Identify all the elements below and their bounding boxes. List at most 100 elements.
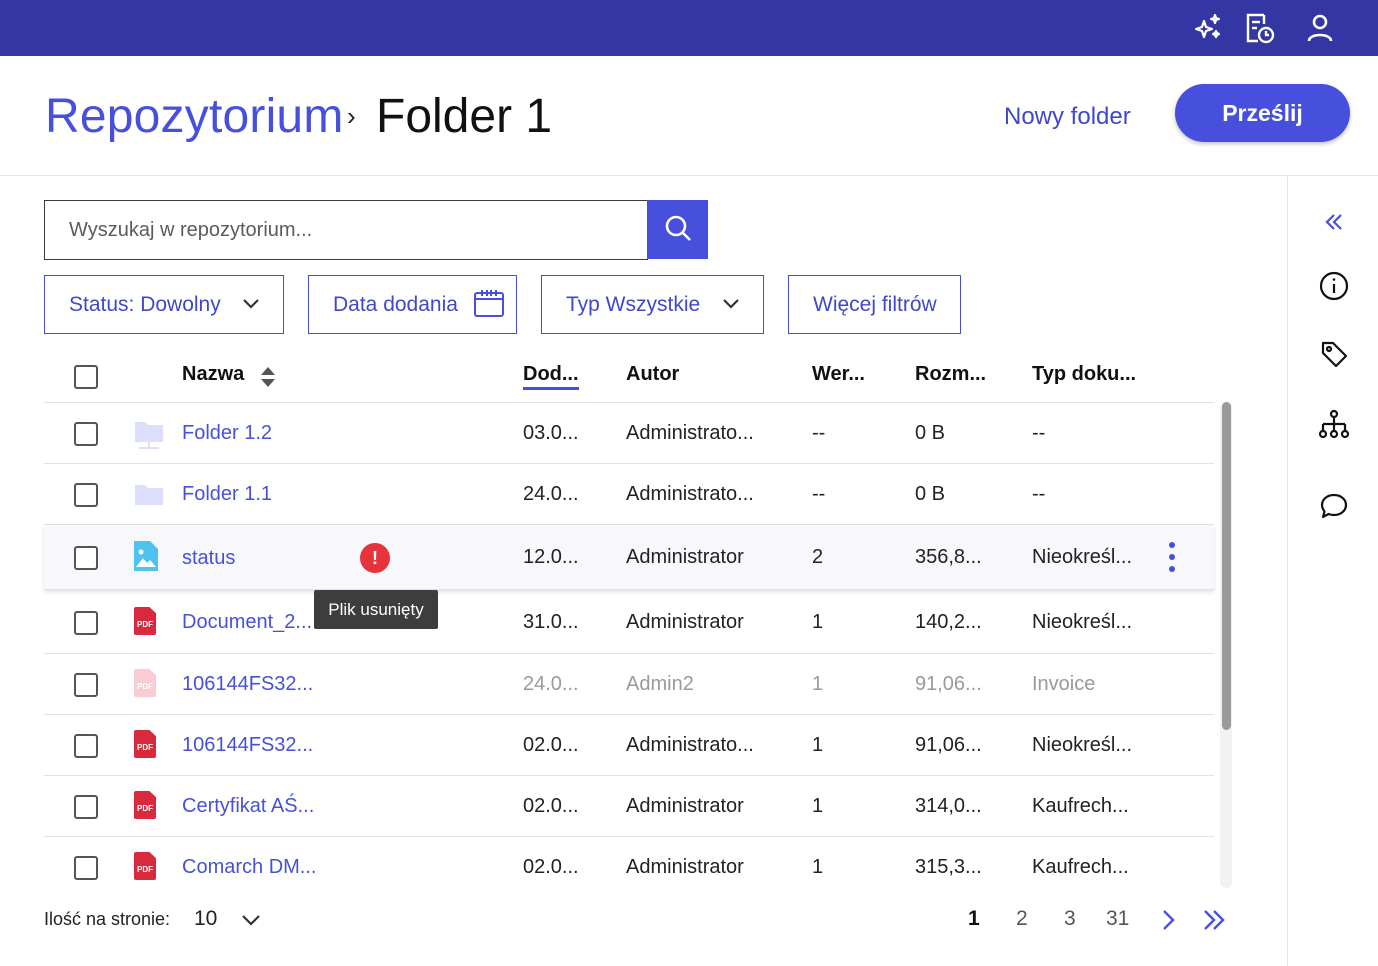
table-row[interactable]: PDF 106144FS32... 02.0... Administrato..… bbox=[44, 715, 1214, 776]
pdf-file-icon: PDF bbox=[134, 607, 158, 637]
row-name[interactable]: Folder 1.2 bbox=[182, 422, 272, 445]
comment-icon[interactable] bbox=[1316, 488, 1352, 524]
table-row[interactable]: PDF Comarch DM... 02.0... Administrator … bbox=[44, 837, 1214, 898]
next-page-icon[interactable] bbox=[1158, 908, 1178, 937]
row-author: Administrator bbox=[626, 856, 744, 878]
row-author: Administrato... bbox=[626, 422, 754, 444]
type-filter[interactable]: Typ Wszystkie bbox=[541, 275, 764, 334]
pdf-badge: PDF bbox=[134, 607, 156, 635]
side-panel bbox=[1287, 176, 1378, 966]
folder-icon bbox=[134, 479, 163, 509]
search-button[interactable] bbox=[647, 200, 708, 259]
row-version: 1 bbox=[812, 611, 824, 633]
row-size: 0 B bbox=[915, 422, 946, 444]
deleted-warning-icon[interactable]: ! bbox=[360, 543, 390, 573]
row-name[interactable]: Certyfikat AŚ... bbox=[182, 795, 314, 818]
tag-icon[interactable] bbox=[1316, 336, 1352, 372]
row-date: 03.0... bbox=[523, 422, 579, 444]
row-version: -- bbox=[812, 483, 826, 505]
row-author: Administrato... bbox=[626, 483, 754, 505]
row-more-icon[interactable] bbox=[1160, 540, 1184, 574]
row-date: 02.0... bbox=[523, 734, 579, 756]
per-page-select[interactable]: 10 bbox=[194, 907, 217, 931]
page-1[interactable]: 1 bbox=[968, 907, 980, 931]
page-2[interactable]: 2 bbox=[1016, 907, 1028, 931]
row-doc-type: Kaufrech... bbox=[1032, 795, 1129, 817]
row-author: Administrator bbox=[626, 546, 744, 568]
column-header-size[interactable]: Rozm... bbox=[915, 363, 986, 386]
more-filters-label: Więcej filtrów bbox=[813, 292, 937, 316]
chevron-down-icon[interactable] bbox=[240, 909, 262, 936]
table-row[interactable]: PDF Certyfikat AŚ... 02.0... Administrat… bbox=[44, 776, 1214, 837]
row-name[interactable]: 106144FS32... bbox=[182, 734, 313, 757]
info-icon[interactable] bbox=[1316, 268, 1352, 304]
pdf-file-icon: PDF bbox=[134, 669, 158, 699]
row-checkbox[interactable] bbox=[74, 673, 98, 697]
row-name[interactable]: Folder 1.1 bbox=[182, 483, 272, 506]
row-version: 1 bbox=[812, 856, 824, 878]
more-filters-button[interactable]: Więcej filtrów bbox=[788, 275, 961, 334]
new-folder-button[interactable]: Nowy folder bbox=[992, 100, 1143, 134]
row-author: Administrator bbox=[626, 795, 744, 817]
breadcrumb-separator: › bbox=[347, 101, 356, 131]
date-added-filter[interactable]: Data dodania bbox=[308, 275, 517, 334]
table-row[interactable]: Folder 1.1 24.0... Administrato... -- 0 … bbox=[44, 464, 1214, 525]
row-date: 02.0... bbox=[523, 795, 579, 817]
pdf-file-icon: PDF bbox=[134, 852, 158, 882]
row-checkbox[interactable] bbox=[74, 856, 98, 880]
row-checkbox[interactable] bbox=[74, 546, 98, 570]
upload-button[interactable]: Prześlij bbox=[1175, 84, 1350, 142]
row-doc-type: -- bbox=[1032, 483, 1046, 505]
status-filter-label: Status: Dowolny bbox=[69, 292, 221, 316]
row-size: 314,0... bbox=[915, 795, 982, 817]
table-row[interactable]: PDF 106144FS32... 24.0... Admin2 1 91,06… bbox=[44, 654, 1214, 715]
select-all-checkbox[interactable] bbox=[74, 365, 98, 389]
row-checkbox[interactable] bbox=[74, 611, 98, 635]
column-header-name[interactable]: Nazwa bbox=[182, 363, 244, 386]
row-doc-type: Kaufrech... bbox=[1032, 856, 1129, 878]
calendar-icon bbox=[473, 288, 505, 324]
user-icon[interactable] bbox=[1302, 10, 1338, 46]
column-header-date[interactable]: Dod... bbox=[523, 363, 579, 390]
row-checkbox[interactable] bbox=[74, 422, 98, 446]
table-row[interactable]: PDF Document_2... 31.0... Administrator … bbox=[44, 590, 1214, 654]
column-header-version[interactable]: Wer... bbox=[812, 363, 865, 386]
row-date: 12.0... bbox=[523, 546, 579, 568]
collapse-double-chevron-icon[interactable] bbox=[1316, 204, 1352, 240]
per-page-label: Ilość na stronie: bbox=[44, 909, 171, 929]
row-version: 1 bbox=[812, 795, 824, 817]
page-3[interactable]: 3 bbox=[1064, 907, 1076, 931]
row-checkbox[interactable] bbox=[74, 795, 98, 819]
sort-icon[interactable] bbox=[260, 366, 276, 393]
hierarchy-icon[interactable] bbox=[1316, 406, 1352, 442]
page-last[interactable]: 31 bbox=[1106, 907, 1129, 931]
table-row[interactable]: Folder 1.2 03.0... Administrato... -- 0 … bbox=[44, 403, 1214, 464]
table-scrollbar-thumb[interactable] bbox=[1222, 402, 1231, 730]
chevron-down-icon bbox=[721, 293, 741, 319]
column-header-author[interactable]: Autor bbox=[626, 363, 679, 386]
row-date: 24.0... bbox=[523, 483, 579, 505]
row-checkbox[interactable] bbox=[74, 483, 98, 507]
breadcrumb-current: Folder 1 bbox=[376, 90, 553, 143]
row-date: 02.0... bbox=[523, 856, 579, 878]
search-bar bbox=[44, 200, 708, 260]
status-filter[interactable]: Status: Dowolny bbox=[44, 275, 284, 334]
pdf-file-icon: PDF bbox=[134, 791, 158, 821]
search-input[interactable] bbox=[44, 200, 648, 260]
row-version: 2 bbox=[812, 546, 824, 568]
document-clock-icon[interactable] bbox=[1241, 10, 1277, 46]
table-row[interactable]: status ! 12.0... Administrator 2 356,8..… bbox=[44, 525, 1214, 590]
column-header-doc-type[interactable]: Typ doku... bbox=[1032, 363, 1136, 386]
row-name[interactable]: status bbox=[182, 547, 235, 570]
last-page-icon[interactable] bbox=[1202, 908, 1228, 937]
breadcrumb-root[interactable]: Repozytorium bbox=[45, 89, 344, 144]
row-doc-type: Invoice bbox=[1032, 673, 1096, 695]
row-size: 140,2... bbox=[915, 611, 982, 633]
row-checkbox[interactable] bbox=[74, 734, 98, 758]
row-name[interactable]: Comarch DM... bbox=[182, 856, 316, 879]
row-name[interactable]: 106144FS32... bbox=[182, 673, 313, 696]
row-name[interactable]: Document_2... bbox=[182, 611, 312, 634]
pdf-badge: PDF bbox=[134, 852, 156, 880]
sparkles-icon[interactable] bbox=[1190, 10, 1226, 46]
row-date: 24.0... bbox=[523, 673, 579, 695]
